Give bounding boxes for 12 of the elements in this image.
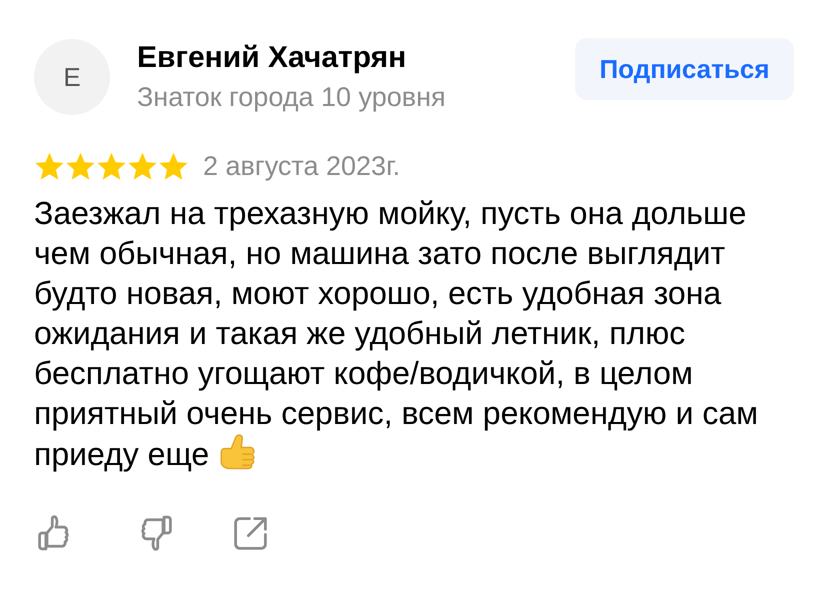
review-date: 2 августа 2023г. — [203, 150, 400, 183]
star-icon — [158, 152, 189, 182]
star-icon — [127, 152, 158, 182]
star-icon — [96, 152, 127, 182]
review-text: Заезжал на трехазную мойку, пусть она дольше чем обычная, но машина зато после выглядит будто новая, моют хорошо, есть удобная зона ожидания и такая же удобный летник, плюс бесплатно угощают кофе/водичкой, в целом приятный очень сервис, всем рекомендую и сам приеду еще — [34, 195, 758, 472]
star-icon — [34, 152, 65, 182]
avatar-initial: Е — [63, 60, 81, 94]
author-level: Знаток города 10 уровня — [137, 81, 446, 113]
subscribe-button[interactable]: Подписаться — [575, 38, 794, 100]
share-icon — [234, 516, 266, 550]
author-name: Евгений Хачатрян — [137, 41, 406, 75]
star-icon — [65, 152, 96, 182]
